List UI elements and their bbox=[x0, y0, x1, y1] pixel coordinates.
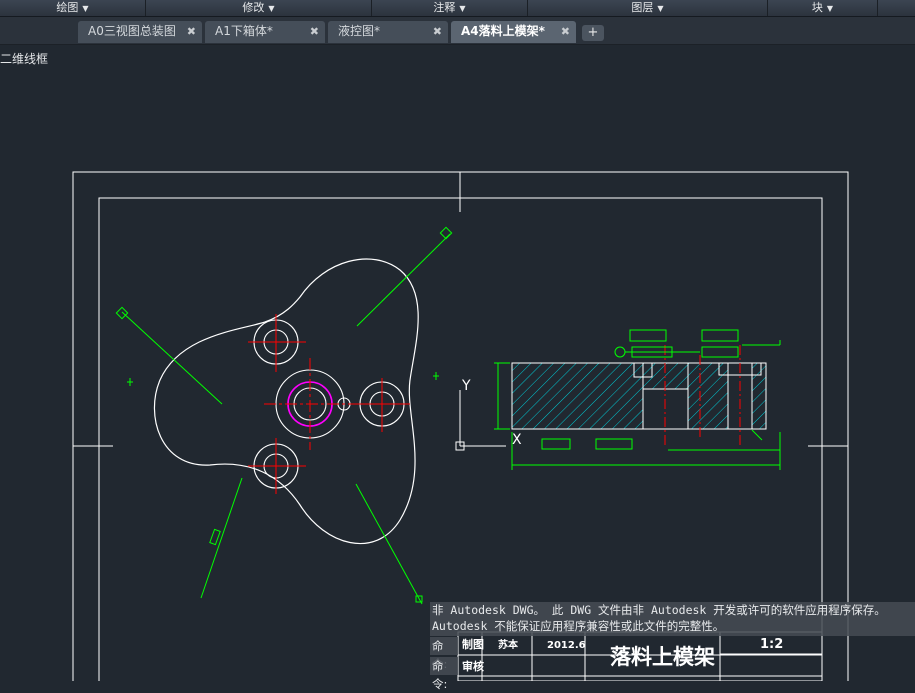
title-block-drawn-label: 制图 bbox=[462, 637, 484, 651]
command-message-line: 非 Autodesk DWG。 此 DWG 文件由非 Autodesk 开发或许… bbox=[432, 603, 886, 617]
title-block-date: 2012.6 bbox=[547, 640, 586, 651]
command-prompt: 命令: bbox=[430, 637, 458, 671]
title-block-title: 落料上模架 bbox=[610, 645, 715, 669]
title-block-scale: 1:2 bbox=[760, 637, 783, 652]
title-block-name: 苏本 bbox=[498, 638, 519, 651]
drawing-canvas[interactable]: Y X 制图 苏本 2012.6 审核 落料上模架 1:2 bbox=[0, 0, 915, 681]
command-prompt-input[interactable]: 命令: bbox=[430, 657, 458, 691]
ucs-y-label: Y bbox=[461, 378, 471, 394]
centerlines bbox=[248, 314, 410, 494]
plan-dimensions bbox=[115, 226, 453, 605]
plate-outline bbox=[153, 258, 419, 545]
ucs-x-label: X bbox=[512, 432, 522, 448]
command-message-line: Autodesk 不能保证应用程序兼容性或此文件的完整性。 bbox=[432, 619, 725, 633]
section-view bbox=[511, 362, 767, 430]
title-block-check-label: 审核 bbox=[462, 659, 484, 673]
command-history: 非 Autodesk DWG。 此 DWG 文件由非 Autodesk 开发或许… bbox=[430, 602, 915, 636]
